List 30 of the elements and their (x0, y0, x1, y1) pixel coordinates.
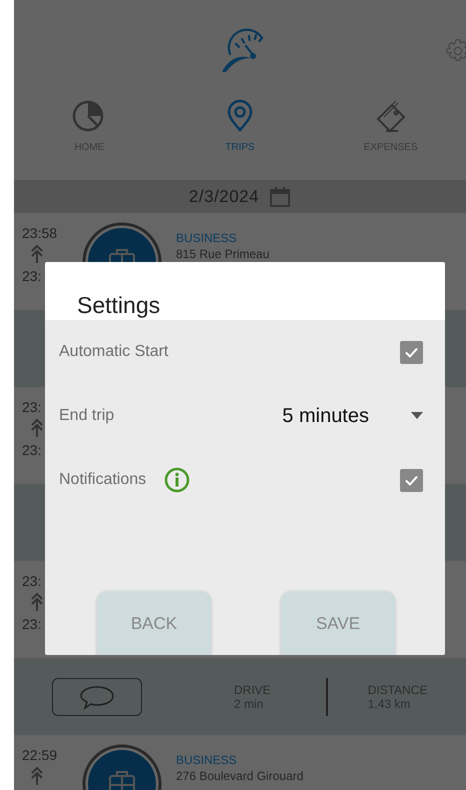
dropdown-caret-icon (411, 412, 423, 420)
start-time: 22:59 (22, 747, 58, 763)
nav-tab[interactable]: TRIPS (164, 99, 316, 153)
setting-label: Notifications (59, 471, 146, 489)
end-time: 23: (22, 442, 42, 458)
info-icon[interactable] (164, 467, 190, 493)
speech-bubble-icon (77, 684, 117, 710)
start-time: 23: (22, 399, 42, 415)
save-button[interactable]: SAVE (281, 591, 395, 655)
setting-label: End trip (59, 407, 114, 425)
date-label: 2/3/2024 (188, 186, 260, 206)
double-up-arrow-icon (31, 592, 43, 612)
back-button[interactable]: BACK (97, 591, 211, 655)
checkbox[interactable] (400, 340, 423, 364)
end-time: 23: (22, 268, 42, 284)
trip-category: BUSINESS (176, 753, 238, 767)
end-time: 23: (22, 616, 42, 632)
double-up-arrow-icon (31, 766, 43, 786)
trip-address: 276 Boulevard Girouard (176, 769, 304, 783)
end-trip-dropdown[interactable]: 5 minutes (282, 404, 423, 428)
double-up-arrow-icon (31, 244, 43, 264)
start-time: 23: (22, 573, 42, 589)
checkbox[interactable] (400, 468, 423, 492)
trip-address: 815 Rue Primeau (176, 247, 270, 261)
calendar-icon[interactable] (269, 186, 292, 208)
trip-category: BUSINESS (176, 231, 238, 245)
setting-label: Automatic Start (59, 343, 168, 361)
double-up-arrow-icon (31, 418, 43, 438)
comment-button[interactable] (52, 678, 142, 716)
start-time: 23:58 (22, 225, 58, 241)
